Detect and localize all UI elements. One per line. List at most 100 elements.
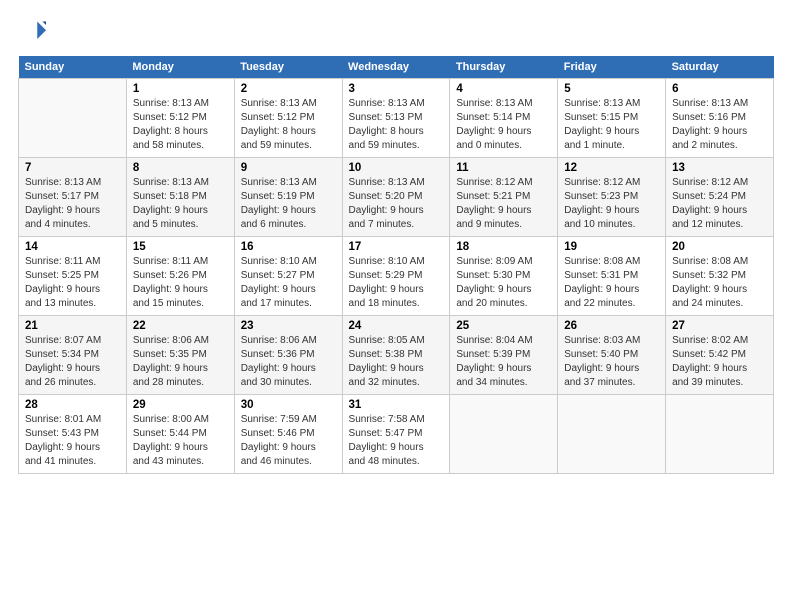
day-number: 12 <box>564 162 659 174</box>
day-info: Sunrise: 8:13 AMSunset: 5:19 PMDaylight:… <box>241 176 336 232</box>
logo-icon <box>18 18 46 46</box>
day-number: 2 <box>241 83 336 95</box>
day-number: 30 <box>241 399 336 411</box>
header-saturday: Saturday <box>666 56 774 79</box>
calendar-cell: 9 Sunrise: 8:13 AMSunset: 5:19 PMDaylight… <box>234 158 342 237</box>
day-info: Sunrise: 8:12 AMSunset: 5:24 PMDaylight:… <box>672 176 767 232</box>
day-number: 10 <box>349 162 444 174</box>
calendar-cell: 17 Sunrise: 8:10 AMSunset: 5:29 PMDayligh… <box>342 237 450 316</box>
day-info: Sunrise: 8:04 AMSunset: 5:39 PMDaylight:… <box>456 334 551 390</box>
day-info: Sunrise: 8:08 AMSunset: 5:31 PMDaylight:… <box>564 255 659 311</box>
calendar-cell: 7 Sunrise: 8:13 AMSunset: 5:17 PMDaylight… <box>19 158 127 237</box>
day-info: Sunrise: 8:03 AMSunset: 5:40 PMDaylight:… <box>564 334 659 390</box>
day-number: 31 <box>349 399 444 411</box>
day-info: Sunrise: 8:06 AMSunset: 5:36 PMDaylight:… <box>241 334 336 390</box>
day-info: Sunrise: 8:11 AMSunset: 5:26 PMDaylight:… <box>133 255 228 311</box>
calendar-cell: 4 Sunrise: 8:13 AMSunset: 5:14 PMDaylight… <box>450 79 558 158</box>
day-number: 9 <box>241 162 336 174</box>
calendar-cell: 22 Sunrise: 8:06 AMSunset: 5:35 PMDayligh… <box>126 316 234 395</box>
calendar-cell: 31 Sunrise: 7:58 AMSunset: 5:47 PMDayligh… <box>342 395 450 474</box>
calendar-week-1: 1 Sunrise: 8:13 AMSunset: 5:12 PMDaylight… <box>19 79 774 158</box>
day-info: Sunrise: 8:13 AMSunset: 5:16 PMDaylight:… <box>672 97 767 153</box>
day-number: 7 <box>25 162 120 174</box>
calendar-cell: 2 Sunrise: 8:13 AMSunset: 5:12 PMDaylight… <box>234 79 342 158</box>
calendar-cell: 30 Sunrise: 7:59 AMSunset: 5:46 PMDayligh… <box>234 395 342 474</box>
day-info: Sunrise: 8:00 AMSunset: 5:44 PMDaylight:… <box>133 413 228 469</box>
calendar-cell: 18 Sunrise: 8:09 AMSunset: 5:30 PMDayligh… <box>450 237 558 316</box>
day-number: 5 <box>564 83 659 95</box>
calendar-cell: 23 Sunrise: 8:06 AMSunset: 5:36 PMDayligh… <box>234 316 342 395</box>
header-monday: Monday <box>126 56 234 79</box>
calendar-cell: 29Sunrise: 8:00 AMSunset: 5:44 PMDayligh… <box>126 395 234 474</box>
calendar-week-3: 14Sunrise: 8:11 AMSunset: 5:25 PMDayligh… <box>19 237 774 316</box>
day-info: Sunrise: 7:58 AMSunset: 5:47 PMDaylight:… <box>349 413 444 469</box>
calendar-header-row: SundayMondayTuesdayWednesdayThursdayFrid… <box>19 56 774 79</box>
day-number: 21 <box>25 320 120 332</box>
calendar-cell <box>558 395 666 474</box>
day-number: 13 <box>672 162 767 174</box>
day-number: 28 <box>25 399 120 411</box>
header <box>18 18 774 46</box>
day-number: 11 <box>456 162 551 174</box>
day-info: Sunrise: 8:13 AMSunset: 5:14 PMDaylight:… <box>456 97 551 153</box>
day-number: 27 <box>672 320 767 332</box>
day-number: 22 <box>133 320 228 332</box>
day-info: Sunrise: 7:59 AMSunset: 5:46 PMDaylight:… <box>241 413 336 469</box>
day-info: Sunrise: 8:13 AMSunset: 5:17 PMDaylight:… <box>25 176 120 232</box>
day-info: Sunrise: 8:13 AMSunset: 5:13 PMDaylight:… <box>349 97 444 153</box>
day-number: 8 <box>133 162 228 174</box>
day-number: 18 <box>456 241 551 253</box>
header-wednesday: Wednesday <box>342 56 450 79</box>
calendar-cell: 10Sunrise: 8:13 AMSunset: 5:20 PMDayligh… <box>342 158 450 237</box>
calendar-table: SundayMondayTuesdayWednesdayThursdayFrid… <box>18 56 774 474</box>
calendar-cell: 20Sunrise: 8:08 AMSunset: 5:32 PMDayligh… <box>666 237 774 316</box>
day-info: Sunrise: 8:13 AMSunset: 5:12 PMDaylight:… <box>133 97 228 153</box>
calendar-cell <box>450 395 558 474</box>
day-info: Sunrise: 8:13 AMSunset: 5:15 PMDaylight:… <box>564 97 659 153</box>
day-info: Sunrise: 8:07 AMSunset: 5:34 PMDaylight:… <box>25 334 120 390</box>
logo <box>18 18 50 46</box>
calendar-cell: 16 Sunrise: 8:10 AMSunset: 5:27 PMDayligh… <box>234 237 342 316</box>
calendar-week-4: 21 Sunrise: 8:07 AMSunset: 5:34 PMDayligh… <box>19 316 774 395</box>
calendar-week-5: 28Sunrise: 8:01 AMSunset: 5:43 PMDayligh… <box>19 395 774 474</box>
day-number: 26 <box>564 320 659 332</box>
day-number: 23 <box>241 320 336 332</box>
calendar-cell: 24 Sunrise: 8:05 AMSunset: 5:38 PMDayligh… <box>342 316 450 395</box>
day-number: 15 <box>133 241 228 253</box>
day-number: 25 <box>456 320 551 332</box>
calendar-cell: 21 Sunrise: 8:07 AMSunset: 5:34 PMDayligh… <box>19 316 127 395</box>
day-info: Sunrise: 8:09 AMSunset: 5:30 PMDaylight:… <box>456 255 551 311</box>
day-info: Sunrise: 8:02 AMSunset: 5:42 PMDaylight:… <box>672 334 767 390</box>
day-number: 4 <box>456 83 551 95</box>
calendar-cell: 1 Sunrise: 8:13 AMSunset: 5:12 PMDaylight… <box>126 79 234 158</box>
day-number: 6 <box>672 83 767 95</box>
calendar-cell: 14Sunrise: 8:11 AMSunset: 5:25 PMDayligh… <box>19 237 127 316</box>
day-info: Sunrise: 8:06 AMSunset: 5:35 PMDaylight:… <box>133 334 228 390</box>
day-number: 19 <box>564 241 659 253</box>
day-info: Sunrise: 8:12 AMSunset: 5:23 PMDaylight:… <box>564 176 659 232</box>
day-number: 16 <box>241 241 336 253</box>
day-info: Sunrise: 8:10 AMSunset: 5:27 PMDaylight:… <box>241 255 336 311</box>
calendar-cell: 15 Sunrise: 8:11 AMSunset: 5:26 PMDayligh… <box>126 237 234 316</box>
calendar-cell: 12 Sunrise: 8:12 AMSunset: 5:23 PMDayligh… <box>558 158 666 237</box>
calendar-cell: 5 Sunrise: 8:13 AMSunset: 5:15 PMDaylight… <box>558 79 666 158</box>
day-info: Sunrise: 8:08 AMSunset: 5:32 PMDaylight:… <box>672 255 767 311</box>
day-info: Sunrise: 8:05 AMSunset: 5:38 PMDaylight:… <box>349 334 444 390</box>
day-number: 17 <box>349 241 444 253</box>
calendar-cell: 28Sunrise: 8:01 AMSunset: 5:43 PMDayligh… <box>19 395 127 474</box>
calendar-cell <box>666 395 774 474</box>
header-thursday: Thursday <box>450 56 558 79</box>
calendar-cell <box>19 79 127 158</box>
calendar-cell: 3Sunrise: 8:13 AMSunset: 5:13 PMDaylight… <box>342 79 450 158</box>
header-sunday: Sunday <box>19 56 127 79</box>
day-info: Sunrise: 8:13 AMSunset: 5:12 PMDaylight:… <box>241 97 336 153</box>
day-info: Sunrise: 8:10 AMSunset: 5:29 PMDaylight:… <box>349 255 444 311</box>
header-tuesday: Tuesday <box>234 56 342 79</box>
day-number: 24 <box>349 320 444 332</box>
day-number: 1 <box>133 83 228 95</box>
calendar-cell: 19 Sunrise: 8:08 AMSunset: 5:31 PMDayligh… <box>558 237 666 316</box>
calendar-week-2: 7 Sunrise: 8:13 AMSunset: 5:17 PMDaylight… <box>19 158 774 237</box>
calendar-cell: 13 Sunrise: 8:12 AMSunset: 5:24 PMDayligh… <box>666 158 774 237</box>
calendar-cell: 11Sunrise: 8:12 AMSunset: 5:21 PMDayligh… <box>450 158 558 237</box>
day-info: Sunrise: 8:13 AMSunset: 5:18 PMDaylight:… <box>133 176 228 232</box>
